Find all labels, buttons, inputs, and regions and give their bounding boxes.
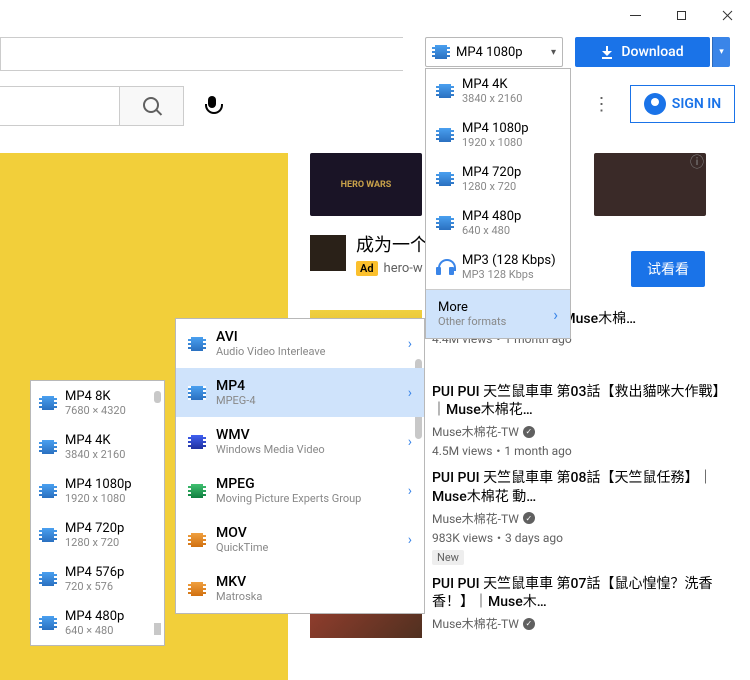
resolution-option-480p[interactable]: MP4 480p640 × 480 (31, 601, 164, 645)
window-minimize-button[interactable] (612, 0, 658, 30)
format-select-label: MP4 1080p (456, 45, 523, 60)
video-icon (188, 582, 206, 596)
format-dropdown: MP4 4K3840 x 2160 MP4 1080p1920 x 1080 M… (425, 68, 571, 339)
resolution-option-1080p[interactable]: MP4 1080p1920 x 1080 (31, 469, 164, 513)
format-family-mkv[interactable]: MKVMatroska (176, 564, 424, 613)
voice-search-button[interactable] (192, 86, 232, 126)
advertiser-icon (310, 235, 346, 271)
resolution-option-4k[interactable]: MP4 4K3840 x 2160 (31, 425, 164, 469)
verified-icon: ✓ (523, 618, 535, 630)
window-titlebar (612, 0, 750, 30)
search-input[interactable] (0, 86, 120, 126)
ad-thumbnail-left[interactable]: HERO WARS (310, 153, 422, 216)
format-family-mpeg[interactable]: MPEGMoving Picture Experts Group› (176, 466, 424, 515)
scrollbar-up[interactable] (154, 391, 161, 403)
video-channel[interactable]: Muse木棉花-TW✓ (432, 510, 730, 527)
video-icon (436, 172, 454, 186)
download-button[interactable]: Download (575, 37, 710, 67)
video-title[interactable]: PUI PUI 天竺鼠車車 第08話【天竺鼠任務】｜Muse木棉花 動… (432, 469, 730, 505)
download-icon (601, 46, 613, 58)
chevron-down-icon: ▾ (551, 47, 556, 58)
format-option-mp4-4k[interactable]: MP4 4K3840 x 2160 (426, 69, 570, 113)
avatar-icon (644, 93, 666, 115)
ad-host: hero-w (384, 261, 423, 276)
settings-menu-button[interactable]: ⋮ (582, 84, 622, 124)
format-more-option[interactable]: MoreOther formats › (426, 289, 570, 338)
resolution-option-576p[interactable]: MP4 576p720 x 576 (31, 557, 164, 601)
chevron-right-icon: › (553, 305, 558, 324)
video-icon (39, 616, 57, 630)
format-family-mp4[interactable]: MP4MPEG-4› (176, 368, 424, 417)
video-icon (188, 337, 206, 351)
ad-badge: Ad (356, 261, 378, 276)
video-icon (436, 84, 454, 98)
video-channel[interactable]: Muse木棉花-TW✓ (432, 423, 730, 440)
video-title[interactable]: PUI PUI 天竺鼠車車 第03話【救出貓咪大作戰】｜Muse木棉花… (432, 383, 730, 419)
video-icon (432, 45, 450, 59)
verified-icon: ✓ (523, 426, 535, 438)
format-family-avi[interactable]: AVIAudio Video Interleave› (176, 319, 424, 368)
search-icon (142, 96, 162, 116)
microphone-icon (205, 96, 219, 116)
resolution-option-720p[interactable]: MP4 720p1280 x 720 (31, 513, 164, 557)
format-option-mp4-1080p[interactable]: MP4 1080p1920 x 1080 (426, 113, 570, 157)
url-input[interactable] (0, 37, 403, 71)
video-icon (39, 528, 57, 542)
resolution-option-8k[interactable]: MP4 8K7680 × 4320 (31, 381, 164, 425)
format-family-mov[interactable]: MOVQuickTime› (176, 515, 424, 564)
ad-info-icon[interactable]: ⓘ (690, 155, 704, 169)
scrollbar-down[interactable] (154, 623, 161, 635)
video-icon (39, 396, 57, 410)
sign-in-button[interactable]: SIGN IN (630, 85, 735, 123)
video-icon (188, 435, 206, 449)
video-channel[interactable]: Muse木棉花-TW✓ (432, 615, 730, 632)
format-family-wmv[interactable]: WMVWindows Media Video› (176, 417, 424, 466)
chevron-right-icon: › (408, 385, 412, 401)
download-button-label: Download (621, 44, 683, 60)
window-close-button[interactable] (704, 0, 750, 30)
video-icon (39, 572, 57, 586)
ad-title: 成为一个 (356, 235, 428, 257)
video-title[interactable]: PUI PUI 天竺鼠車車 第07話【鼠心惶惶？洗香香！】｜Muse木… (432, 575, 730, 611)
chevron-right-icon: › (408, 483, 412, 499)
video-icon (436, 128, 454, 142)
search-button[interactable] (120, 86, 184, 126)
window-maximize-button[interactable] (658, 0, 704, 30)
new-badge: New (432, 550, 464, 565)
verified-icon: ✓ (523, 512, 535, 524)
format-option-mp3[interactable]: MP3 (128 Kbps)MP3 128 Kbps (426, 245, 570, 289)
video-stats: 4.5M views・1 month ago (432, 442, 730, 459)
format-option-mp4-480p[interactable]: MP4 480p640 x 480 (426, 201, 570, 245)
download-split-button[interactable]: ▾ (712, 37, 730, 67)
chevron-right-icon: › (408, 336, 412, 352)
video-icon (188, 484, 206, 498)
format-family-menu: AVIAudio Video Interleave› MP4MPEG-4› WM… (175, 318, 425, 614)
ad-row: 成为一个 Ad hero-w (310, 235, 428, 276)
audio-icon (436, 259, 454, 275)
video-icon (39, 484, 57, 498)
ad-cta-button[interactable]: 试看看 (631, 251, 705, 287)
chevron-right-icon: › (408, 434, 412, 450)
video-stats: 983K views・3 days ago (432, 529, 730, 546)
video-icon (436, 216, 454, 230)
format-select[interactable]: MP4 1080p ▾ (425, 37, 563, 67)
chevron-right-icon: › (408, 532, 412, 548)
sign-in-label: SIGN IN (672, 96, 721, 112)
video-icon (188, 386, 206, 400)
video-icon (39, 440, 57, 454)
resolution-menu: MP4 8K7680 × 4320 MP4 4K3840 x 2160 MP4 … (30, 380, 165, 646)
video-icon (188, 533, 206, 547)
format-option-mp4-720p[interactable]: MP4 720p1280 x 720 (426, 157, 570, 201)
